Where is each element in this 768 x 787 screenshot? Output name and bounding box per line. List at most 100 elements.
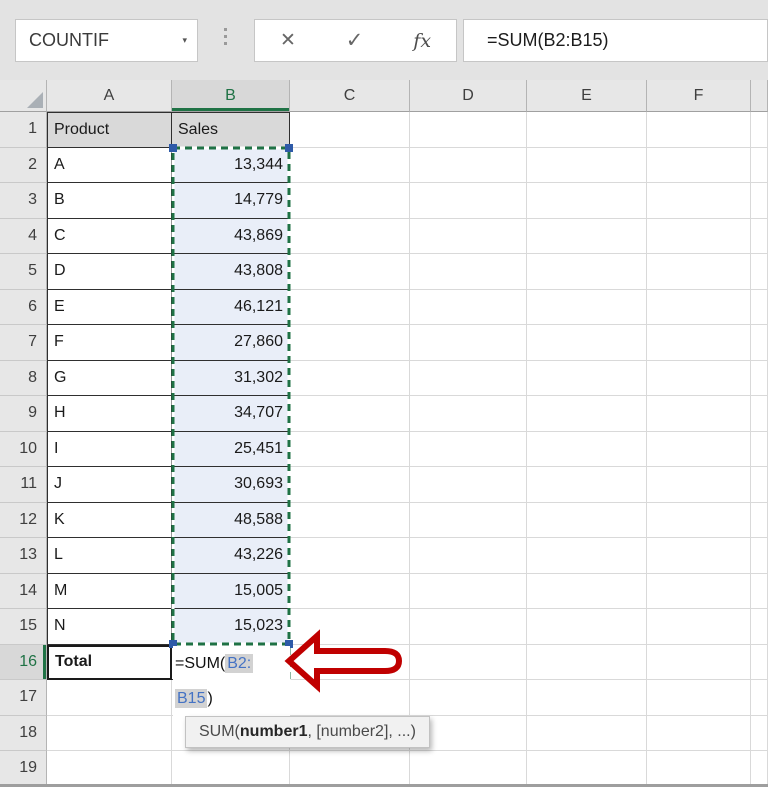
cell-D7[interactable]	[410, 325, 527, 361]
cell-D9[interactable]	[410, 396, 527, 432]
formula-bar-drag-handle[interactable]	[224, 28, 227, 45]
cell-A9[interactable]: H	[47, 396, 172, 432]
formula-bar[interactable]: =SUM(B2:B15)	[463, 19, 768, 62]
cell-F6[interactable]	[647, 289, 751, 325]
cell-G3[interactable]	[751, 183, 768, 219]
row-header-11[interactable]: 11	[0, 467, 47, 503]
cell-F15[interactable]	[647, 609, 751, 645]
cell-F1[interactable]	[647, 112, 751, 148]
cell-G19[interactable]	[751, 751, 768, 784]
cell-C11[interactable]	[290, 467, 410, 503]
cell-F5[interactable]	[647, 254, 751, 290]
row-header-17[interactable]: 17	[0, 680, 47, 716]
cell-F13[interactable]	[647, 538, 751, 574]
cell-G10[interactable]	[751, 431, 768, 467]
cell-A5[interactable]: D	[47, 254, 172, 290]
cell-E15[interactable]	[527, 609, 647, 645]
row-header-3[interactable]: 3	[0, 183, 47, 219]
cell-D15[interactable]	[410, 609, 527, 645]
cell-E7[interactable]	[527, 325, 647, 361]
cell-G5[interactable]	[751, 254, 768, 290]
cell-B11[interactable]: 30,693	[172, 467, 290, 503]
cell-E11[interactable]	[527, 467, 647, 503]
cell-A3[interactable]: B	[47, 183, 172, 219]
cell-G6[interactable]	[751, 289, 768, 325]
cell-A8[interactable]: G	[47, 360, 172, 396]
row-header-15[interactable]: 15	[0, 609, 47, 645]
cell-D17[interactable]	[410, 680, 527, 716]
cell-F2[interactable]	[647, 147, 751, 183]
cell-C16[interactable]	[290, 644, 410, 680]
cell-A16[interactable]: Total	[47, 644, 172, 680]
row-header-18[interactable]: 18	[0, 715, 47, 751]
cell-C12[interactable]	[290, 502, 410, 538]
cell-B1[interactable]: Sales	[172, 112, 290, 148]
cell-B3[interactable]: 14,779	[172, 183, 290, 219]
cell-B9[interactable]: 34,707	[172, 396, 290, 432]
cell-F10[interactable]	[647, 431, 751, 467]
cell-F9[interactable]	[647, 396, 751, 432]
cell-D16[interactable]	[410, 644, 527, 680]
cell-F17[interactable]	[647, 680, 751, 716]
col-header-G[interactable]	[751, 80, 768, 112]
cell-A19[interactable]	[47, 751, 172, 784]
col-header-B[interactable]: B	[172, 80, 290, 112]
cell-C15[interactable]	[290, 609, 410, 645]
cell-E3[interactable]	[527, 183, 647, 219]
cell-B2[interactable]: 13,344	[172, 147, 290, 183]
cell-D11[interactable]	[410, 467, 527, 503]
cell-A11[interactable]: J	[47, 467, 172, 503]
cell-G14[interactable]	[751, 573, 768, 609]
cell-A12[interactable]: K	[47, 502, 172, 538]
row-header-16[interactable]: 16	[0, 644, 47, 680]
cell-G4[interactable]	[751, 218, 768, 254]
col-header-F[interactable]: F	[647, 80, 751, 112]
cell-B4[interactable]: 43,869	[172, 218, 290, 254]
cell-E18[interactable]	[527, 715, 647, 751]
col-header-E[interactable]: E	[527, 80, 647, 112]
col-header-A[interactable]: A	[47, 80, 172, 112]
cell-D8[interactable]	[410, 360, 527, 396]
cell-D2[interactable]	[410, 147, 527, 183]
cell-G18[interactable]	[751, 715, 768, 751]
cell-C10[interactable]	[290, 431, 410, 467]
cell-A2[interactable]: A	[47, 147, 172, 183]
cell-E4[interactable]	[527, 218, 647, 254]
cell-D3[interactable]	[410, 183, 527, 219]
cell-D12[interactable]	[410, 502, 527, 538]
cell-G16[interactable]	[751, 644, 768, 680]
cell-G7[interactable]	[751, 325, 768, 361]
cell-G12[interactable]	[751, 502, 768, 538]
cell-B13[interactable]: 43,226	[172, 538, 290, 574]
select-all-corner[interactable]	[0, 80, 47, 112]
cell-B14[interactable]: 15,005	[172, 573, 290, 609]
cell-B6[interactable]: 46,121	[172, 289, 290, 325]
cell-A4[interactable]: C	[47, 218, 172, 254]
cell-D4[interactable]	[410, 218, 527, 254]
cell-C19[interactable]	[290, 751, 410, 784]
cell-F3[interactable]	[647, 183, 751, 219]
cancel-icon[interactable]: ✕	[280, 29, 296, 52]
enter-icon[interactable]: ✓	[346, 28, 364, 53]
cell-D13[interactable]	[410, 538, 527, 574]
cell-C2[interactable]	[290, 147, 410, 183]
cell-C1[interactable]	[290, 112, 410, 148]
cell-D14[interactable]	[410, 573, 527, 609]
cell-D1[interactable]	[410, 112, 527, 148]
cell-F7[interactable]	[647, 325, 751, 361]
cell-A14[interactable]: M	[47, 573, 172, 609]
row-header-6[interactable]: 6	[0, 289, 47, 325]
cell-G2[interactable]	[751, 147, 768, 183]
col-header-D[interactable]: D	[410, 80, 527, 112]
cell-G17[interactable]	[751, 680, 768, 716]
row-header-13[interactable]: 13	[0, 538, 47, 574]
cell-C13[interactable]	[290, 538, 410, 574]
cell-G8[interactable]	[751, 360, 768, 396]
insert-function-icon[interactable]: fx	[413, 30, 431, 52]
cell-D5[interactable]	[410, 254, 527, 290]
name-box[interactable]: COUNTIF ▾	[15, 19, 198, 62]
cell-B16-edit[interactable]: =SUM(B2: B15)	[173, 646, 290, 716]
cell-F16[interactable]	[647, 644, 751, 680]
cell-C4[interactable]	[290, 218, 410, 254]
cell-D10[interactable]	[410, 431, 527, 467]
